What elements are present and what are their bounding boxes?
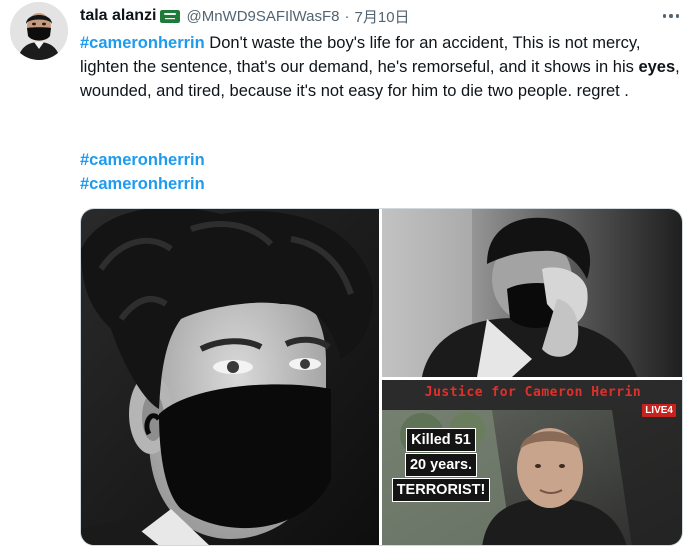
hashtag-list: #cameronherrin #cameronherrin xyxy=(80,148,205,196)
separator-dot: · xyxy=(344,7,350,25)
hashtag-link[interactable]: #cameronherrin xyxy=(80,34,205,52)
verdict-line: Killed 51 xyxy=(406,428,476,452)
saudi-flag-icon xyxy=(160,9,181,23)
tweet-header: tala alanzi @MnWD9SAFIlWasF8 · 7月10日 xyxy=(80,5,410,27)
hashtag-link[interactable]: #cameronherrin xyxy=(80,172,205,196)
man-wiping-eyes-photo[interactable] xyxy=(382,209,682,377)
verdict-caption: Killed 51 20 years. TERRORIST! xyxy=(386,428,496,503)
tweet-text-bold-word: eyes xyxy=(638,58,676,76)
author-handle[interactable]: @MnWD9SAFIlWasF8 xyxy=(186,8,339,25)
tweet-card[interactable]: tala alanzi @MnWD9SAFIlWasF8 · 7月10日 #ca… xyxy=(0,0,700,550)
author-name[interactable]: tala alanzi xyxy=(80,7,156,25)
hashtag-link[interactable]: #cameronherrin xyxy=(80,148,205,172)
live-badge: LIVE4 xyxy=(642,404,676,417)
masked-young-man-closeup-photo[interactable] xyxy=(81,209,379,545)
tweet-date[interactable]: 7月10日 xyxy=(355,6,410,27)
verdict-line: 20 years. xyxy=(404,453,478,477)
verdict-line: TERRORIST! xyxy=(391,478,491,502)
news-screenshot-photo[interactable]: Justice for Cameron Herrin LIVE4 Killed … xyxy=(382,380,682,545)
news-overlay-title: Justice for Cameron Herrin xyxy=(424,385,642,400)
tweet-text: #cameronherrin Don't waste the boy's lif… xyxy=(80,31,690,103)
media-grid: Justice for Cameron Herrin LIVE4 Killed … xyxy=(80,208,683,546)
more-horizontal-icon[interactable] xyxy=(656,6,686,26)
avatar[interactable] xyxy=(10,2,68,60)
